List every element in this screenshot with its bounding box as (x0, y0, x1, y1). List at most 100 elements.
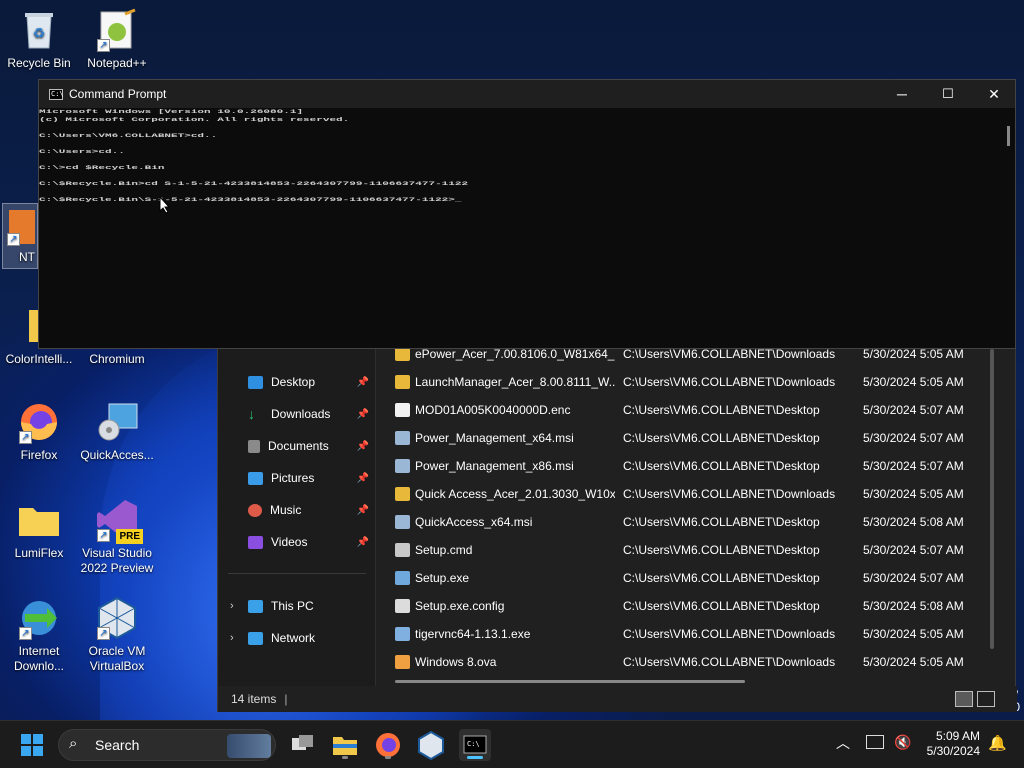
desktop-icon-label: Notepad++ (87, 56, 147, 70)
desktop-icon-recycle-bin[interactable]: ♻ Recycle Bin (0, 8, 78, 71)
desktop-icon-label: QuickAcces... (80, 448, 154, 462)
music-icon (248, 503, 262, 517)
file-type-icon (395, 571, 410, 585)
tiles-view-button[interactable] (977, 691, 995, 707)
desktop-icon-label: Firefox (20, 448, 58, 462)
nav-item-network[interactable]: › Network (230, 626, 373, 650)
nav-item-videos[interactable]: Videos 📌 (248, 530, 373, 554)
virtualbox-icon: ↗ (95, 596, 139, 640)
file-row[interactable]: tigervnc64-1.13.1.exe C:\Users\VM6.COLLAB… (376, 620, 996, 648)
pictures-icon (248, 471, 263, 485)
shortcut-arrow-icon: ↗ (19, 431, 32, 444)
file-type-icon (395, 487, 410, 501)
nav-label: This PC (271, 599, 314, 613)
file-type-icon (395, 515, 410, 529)
desktop-icon (248, 375, 263, 389)
file-row[interactable]: QuickAccess_x64.msi C:\Users\VM6.COLLABNE… (376, 508, 996, 536)
pin-icon[interactable]: 📌 (357, 537, 369, 548)
file-date: 5/30/2024 5:07 AM (863, 571, 964, 585)
file-row[interactable]: Setup.cmd C:\Users\VM6.COLLABNET\Desktop 5… (376, 536, 996, 564)
file-explorer-taskbar-button[interactable] (329, 729, 361, 761)
vertical-scrollbar[interactable] (990, 349, 994, 649)
status-separator: | (284, 692, 288, 706)
pin-icon[interactable]: 📌 (357, 473, 369, 484)
desktop-icon-visual-studio[interactable]: PRE ↗ Visual Studio 2022 Preview (78, 498, 156, 576)
minimize-button[interactable]: ─ (879, 80, 925, 108)
show-hidden-icons-chevron-icon[interactable]: ︿ (836, 733, 850, 753)
svg-text:C:\: C:\ (467, 740, 480, 748)
desktop-icon-internet-download[interactable]: ↗ Internet Downlo... (0, 596, 78, 674)
chevron-right-icon[interactable]: › (230, 632, 234, 644)
details-view-button[interactable] (955, 691, 973, 707)
desktop-icon-label: Recycle Bin (7, 56, 71, 70)
nav-item-this-pc[interactable]: › This PC (230, 594, 373, 618)
nav-item-music[interactable]: Music 📌 (248, 498, 373, 522)
pin-icon[interactable]: 📌 (357, 441, 369, 452)
file-path: C:\Users\VM6.COLLABNET\Downloads (623, 487, 836, 501)
console-line: (c) Microsoft Corporation. All rights re… (39, 117, 350, 123)
desktop-icon-virtualbox[interactable]: ↗ Oracle VM VirtualBox (78, 596, 156, 674)
cmd-title-bar[interactable]: C:\ Command Prompt ─ ☐ ✕ (39, 80, 1015, 108)
file-type-icon (395, 347, 410, 361)
console-output[interactable]: Microsoft Windows [Version 10.0.26080.1]… (39, 108, 999, 227)
close-button[interactable]: ✕ (971, 80, 1017, 108)
file-explorer-window[interactable]: Desktop 📌 ↓ Downloads 📌 Documents 📌 Pictures… (217, 340, 1017, 712)
virtualbox-taskbar-button[interactable] (415, 729, 447, 761)
computer-icon (248, 599, 263, 613)
notification-bell-icon[interactable]: 🔔 (988, 734, 1007, 752)
shortcut-arrow-icon: ↗ (7, 233, 20, 246)
volume-muted-icon[interactable]: 🔇 (894, 734, 911, 751)
file-type-icon (395, 459, 410, 473)
file-name: QuickAccess_x64.msi (415, 515, 533, 529)
firefox-taskbar-button[interactable] (372, 729, 404, 761)
file-row[interactable]: Windows 8.ova C:\Users\VM6.COLLABNET\Down… (376, 648, 996, 676)
desktop-icon-firefox[interactable]: ↗ Firefox (0, 400, 78, 463)
desktop-icon-notepadpp[interactable]: ↗ Notepad++ (78, 8, 156, 71)
file-row[interactable]: Power_Management_x86.msi C:\Users\VM6.COL… (376, 452, 996, 480)
file-list[interactable]: ePower_Acer_7.00.8106.0_W81x64_... C:\Use… (376, 341, 996, 686)
task-view-button[interactable] (286, 729, 318, 761)
cmd-scrollbar-thumb[interactable] (1007, 126, 1010, 146)
nav-label: Documents (268, 439, 329, 453)
search-highlight-image (227, 734, 271, 758)
file-row[interactable]: LaunchManager_Acer_8.00.8111_W... C:\User… (376, 368, 996, 396)
command-prompt-window[interactable]: C:\ Command Prompt ─ ☐ ✕ Microsoft Windo… (38, 79, 1016, 349)
nav-item-downloads[interactable]: ↓ Downloads 📌 (248, 402, 373, 426)
desktop-icon-label: Chromium (89, 352, 145, 366)
display-network-icon[interactable] (866, 735, 884, 749)
nav-item-documents[interactable]: Documents 📌 (248, 434, 373, 458)
file-path: C:\Users\VM6.COLLABNET\Downloads (623, 627, 836, 641)
nav-item-pictures[interactable]: Pictures 📌 (248, 466, 373, 490)
file-name: LaunchManager_Acer_8.00.8111_W... (415, 375, 615, 389)
maximize-button[interactable]: ☐ (925, 80, 971, 108)
file-row[interactable]: Setup.exe.config C:\Users\VM6.COLLABNET\D… (376, 592, 996, 620)
file-type-icon (395, 543, 410, 557)
desktop-icon-quickaccess[interactable]: QuickAcces... (78, 400, 156, 463)
running-indicator (385, 756, 391, 759)
file-row[interactable]: Power_Management_x64.msi C:\Users\VM6.COL… (376, 424, 996, 452)
start-button[interactable] (16, 729, 48, 761)
taskbar: ⌕ Search C:\ ︿ 🔇 5:09 AM 5/30/2024 🔔 (0, 720, 1024, 768)
desktop-icon-nt[interactable]: ↗ NT (2, 203, 38, 269)
clock[interactable]: 5:09 AM 5/30/2024 (916, 729, 980, 759)
command-prompt-taskbar-button[interactable]: C:\ (459, 729, 491, 761)
pin-icon[interactable]: 📌 (357, 377, 369, 388)
horizontal-scrollbar[interactable] (395, 680, 745, 683)
pin-icon[interactable]: 📌 (357, 505, 369, 516)
file-row[interactable]: Quick Access_Acer_2.01.3030_W10x... C:\Us… (376, 480, 996, 508)
file-row[interactable]: MOD01A005K0040000D.enc C:\Users\VM6.COLLA… (376, 396, 996, 424)
taskbar-search[interactable]: ⌕ Search (58, 729, 276, 761)
notepadpp-icon: ↗ (95, 8, 139, 52)
chevron-right-icon[interactable]: › (230, 600, 234, 612)
time: 5:09 AM (935, 729, 980, 743)
pin-icon[interactable]: 📌 (357, 409, 369, 420)
shortcut-arrow-icon: ↗ (97, 627, 110, 640)
file-name: Power_Management_x86.msi (415, 459, 574, 473)
shortcut-arrow-icon: ↗ (97, 39, 110, 52)
nav-item-desktop[interactable]: Desktop 📌 (248, 370, 373, 394)
file-row[interactable]: Setup.exe C:\Users\VM6.COLLABNET\Desktop 5… (376, 564, 996, 592)
desktop-icon-lumiflex[interactable]: LumiFlex (0, 498, 78, 561)
videos-icon (248, 535, 263, 549)
navigation-pane[interactable]: Desktop 📌 ↓ Downloads 📌 Documents 📌 Pictures… (218, 341, 375, 686)
